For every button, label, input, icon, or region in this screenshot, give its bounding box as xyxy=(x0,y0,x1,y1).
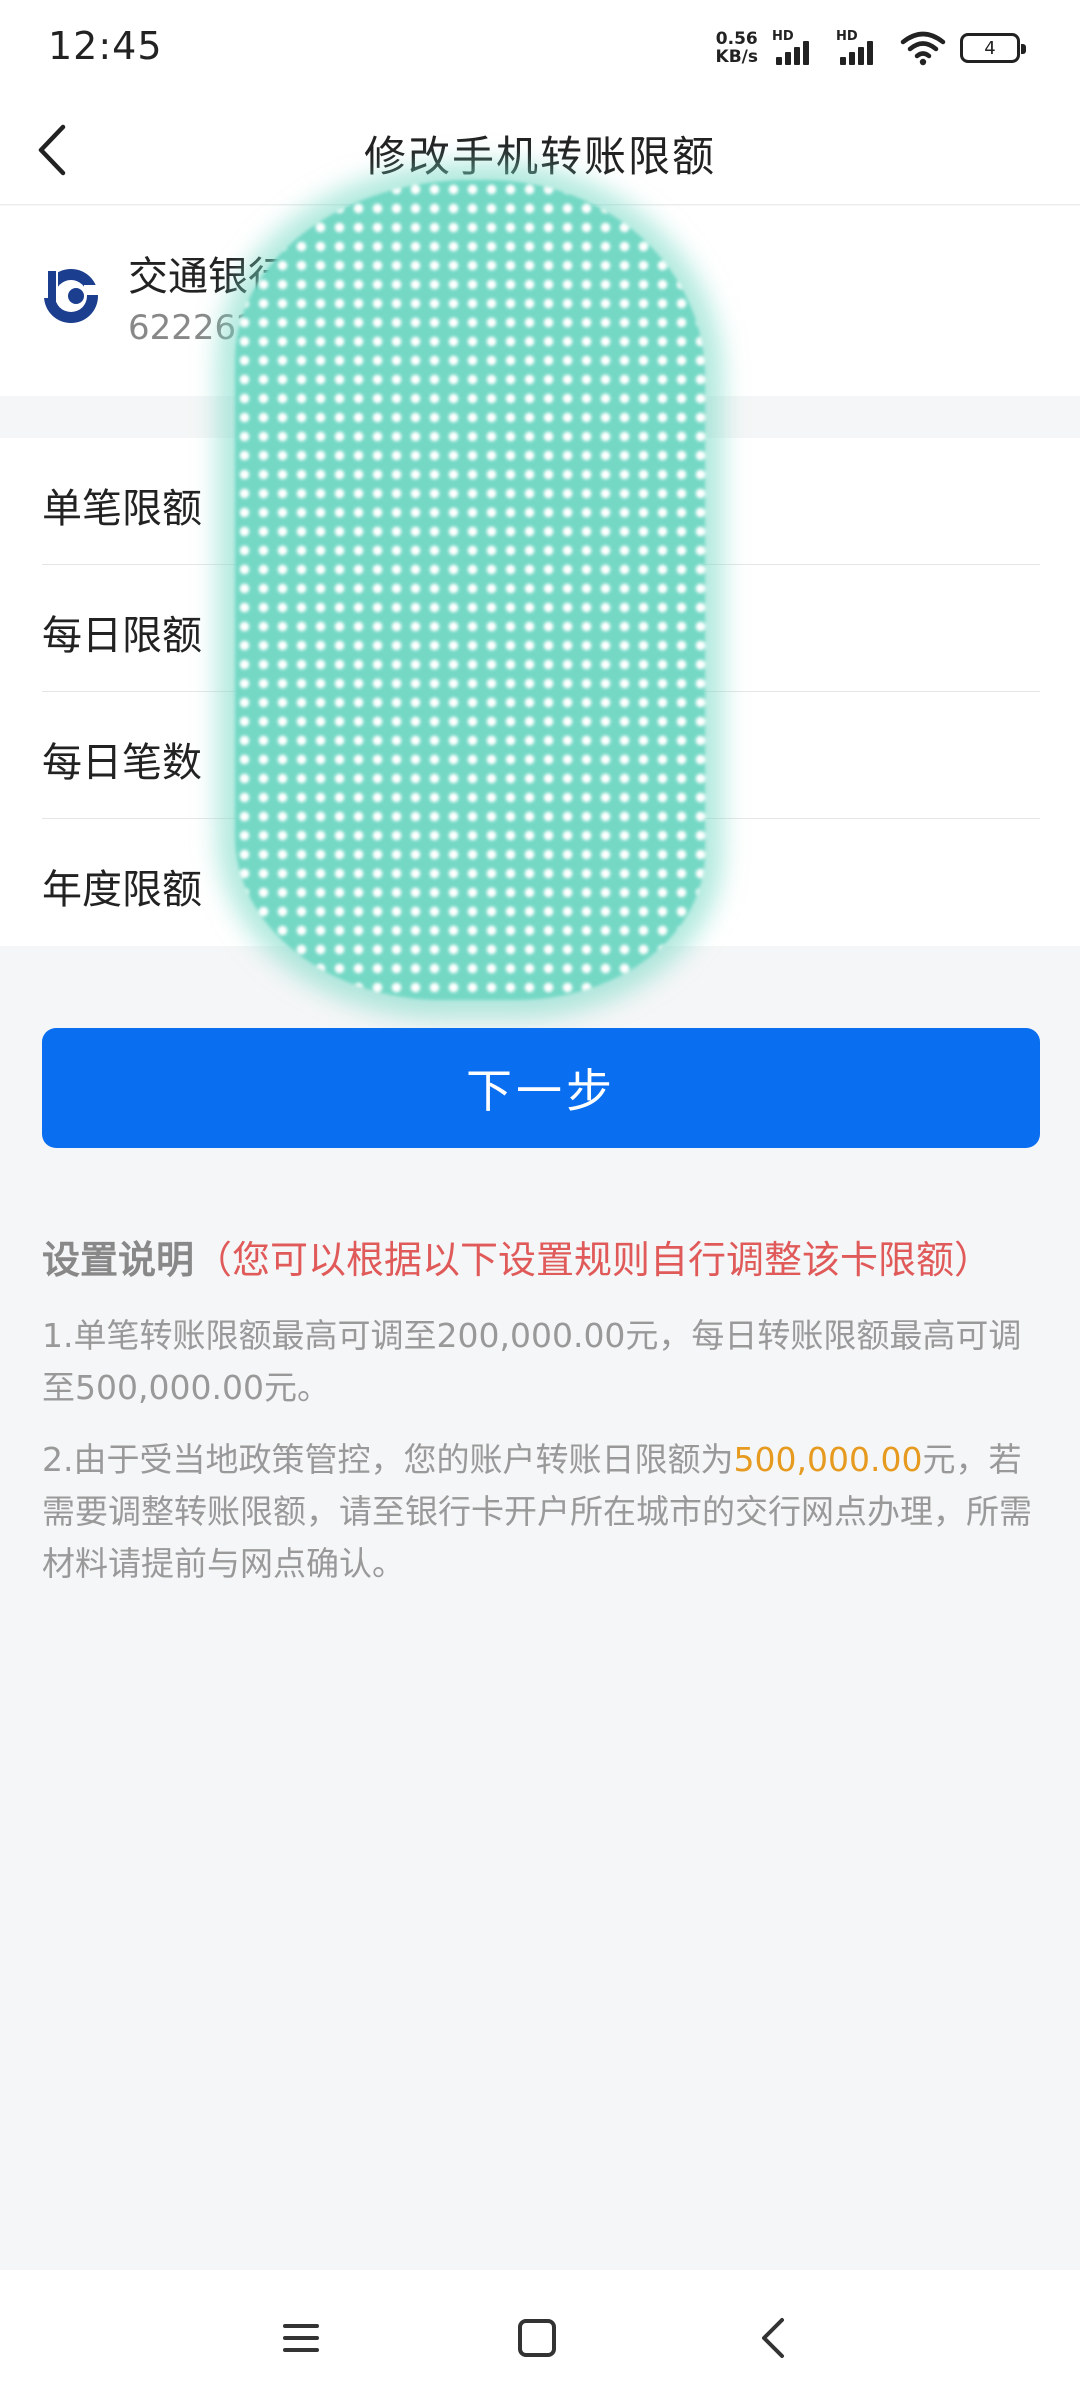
back-triangle-icon xyxy=(762,2318,784,2358)
status-icons: 0.56 KB/s HD HD 4 xyxy=(716,26,1026,70)
daily-limit-amount: 500,000.00 xyxy=(733,1440,923,1479)
notes-hint: （您可以根据以下设置规则自行调整该卡限额） xyxy=(194,1238,993,1282)
notes-title: 设置说明 xyxy=(42,1238,195,1282)
battery-icon: 4 xyxy=(960,33,1026,63)
wifi-icon xyxy=(900,30,946,66)
status-time: 12:45 xyxy=(48,24,163,68)
note-item-2: 2.由于受当地政策管控，您的账户转账日限额为500,000.00元，若需要调整转… xyxy=(42,1434,1042,1590)
home-button[interactable] xyxy=(497,2298,577,2378)
battery-level: 4 xyxy=(984,37,996,59)
limit-label: 单笔限额 xyxy=(42,486,202,532)
notes-heading: 设置说明（您可以根据以下设置规则自行调整该卡限额） xyxy=(42,1230,1042,1290)
limit-label: 年度限额 xyxy=(42,867,202,913)
system-back-button[interactable] xyxy=(733,2298,813,2378)
page-title: 修改手机转账限额 xyxy=(363,132,716,181)
network-speed-value: 0.56 xyxy=(715,29,758,49)
bank-logo-icon xyxy=(40,265,102,327)
redaction-mask xyxy=(235,180,705,1000)
signal-icon: HD xyxy=(836,29,886,67)
network-speed-unit: KB/s xyxy=(715,47,758,67)
menu-icon xyxy=(283,2324,319,2352)
next-step-button[interactable]: 下一步 xyxy=(42,1028,1040,1148)
note-item-2-prefix: 2.由于受当地政策管控，您的账户转账日限额为 xyxy=(42,1440,734,1479)
signal-icon: HD xyxy=(772,29,822,67)
settings-notes: 设置说明（您可以根据以下设置规则自行调整该卡限额） 1.单笔转账限额最高可调至2… xyxy=(42,1230,1042,1590)
note-item-1: 1.单笔转账限额最高可调至200,000.00元，每日转账限额最高可调至500,… xyxy=(42,1316,1022,1407)
system-nav-bar xyxy=(0,2270,1080,2400)
limit-label: 每日限额 xyxy=(42,613,202,659)
menu-button[interactable] xyxy=(261,2298,341,2378)
status-bar: 12:45 0.56 KB/s HD HD 4 xyxy=(0,0,1080,95)
home-square-icon xyxy=(518,2319,556,2357)
network-speed: 0.56 KB/s xyxy=(716,30,758,66)
limit-label: 每日笔数 xyxy=(42,740,202,786)
